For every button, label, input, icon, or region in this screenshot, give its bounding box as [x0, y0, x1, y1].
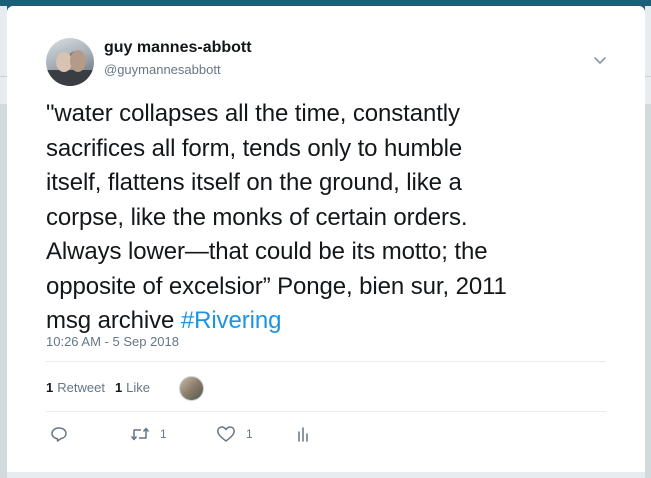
analytics-icon — [296, 425, 310, 443]
tweet-timestamp[interactable]: 10:26 AM - 5 Sep 2018 — [46, 334, 179, 349]
retweet-stat-count: 1 — [46, 380, 54, 395]
tweet-text-line: itself, flattens itself on the ground, l… — [46, 169, 462, 196]
author-name[interactable]: guy mannes-abbott — [104, 39, 252, 57]
tweet-text-fragment: msg archive — [46, 307, 181, 334]
background-shade — [0, 104, 7, 478]
tweet-text-line: sacrifices all form, tends only to humbl… — [46, 134, 463, 162]
retweet-count: 1 — [160, 427, 167, 441]
author-handle[interactable]: @guymannesabbott — [104, 62, 221, 77]
like-stat-label: Like — [126, 380, 151, 395]
background-divider — [645, 76, 651, 77]
tweet-text-line: opposite of excelsior” Ponge, bien sur, … — [46, 272, 507, 300]
like-stat-count: 1 — [114, 380, 123, 395]
tweet-text-line: corpse, like the monks of certain orders… — [46, 203, 468, 231]
background-divider — [0, 76, 7, 77]
background-shade — [645, 104, 651, 478]
retweet-icon — [130, 425, 150, 443]
chevron-down-icon[interactable] — [592, 52, 608, 68]
divider — [46, 361, 606, 362]
tweet-text-line: Always lower—that could be its motto; th… — [46, 238, 488, 265]
reply-button[interactable] — [50, 425, 68, 443]
author-avatar[interactable] — [46, 38, 94, 86]
tweet-actions: 1 1 — [46, 425, 606, 445]
background-left-panel — [0, 6, 7, 478]
like-button[interactable]: 1 — [216, 425, 253, 443]
retweet-stat[interactable]: 1 Retweet — [46, 380, 105, 395]
like-stat[interactable]: 1 Like — [115, 380, 150, 395]
analytics-button[interactable] — [296, 425, 310, 443]
card-bottom-edge — [7, 472, 645, 478]
tweet-text: "water collapses all the time, constantl… — [46, 97, 606, 339]
avatar-face-right — [70, 50, 86, 72]
retweet-stat-label: Retweet — [57, 380, 105, 395]
tweet-stats: 1 Retweet 1 Like — [46, 380, 160, 395]
background-right-panel — [645, 6, 651, 478]
liker-avatar[interactable] — [179, 376, 204, 401]
tweet-card: guy mannes-abbott @guymannesabbott "wate… — [7, 6, 645, 478]
divider — [46, 411, 606, 412]
hashtag-link[interactable]: #Rivering — [181, 307, 282, 334]
tweet-text-line: "water collapses all the time, constantl… — [46, 100, 460, 127]
retweet-button[interactable]: 1 — [130, 425, 167, 443]
heart-icon — [216, 425, 236, 443]
like-count: 1 — [246, 427, 253, 441]
avatar-shoulders — [46, 70, 94, 86]
reply-icon — [50, 425, 68, 443]
